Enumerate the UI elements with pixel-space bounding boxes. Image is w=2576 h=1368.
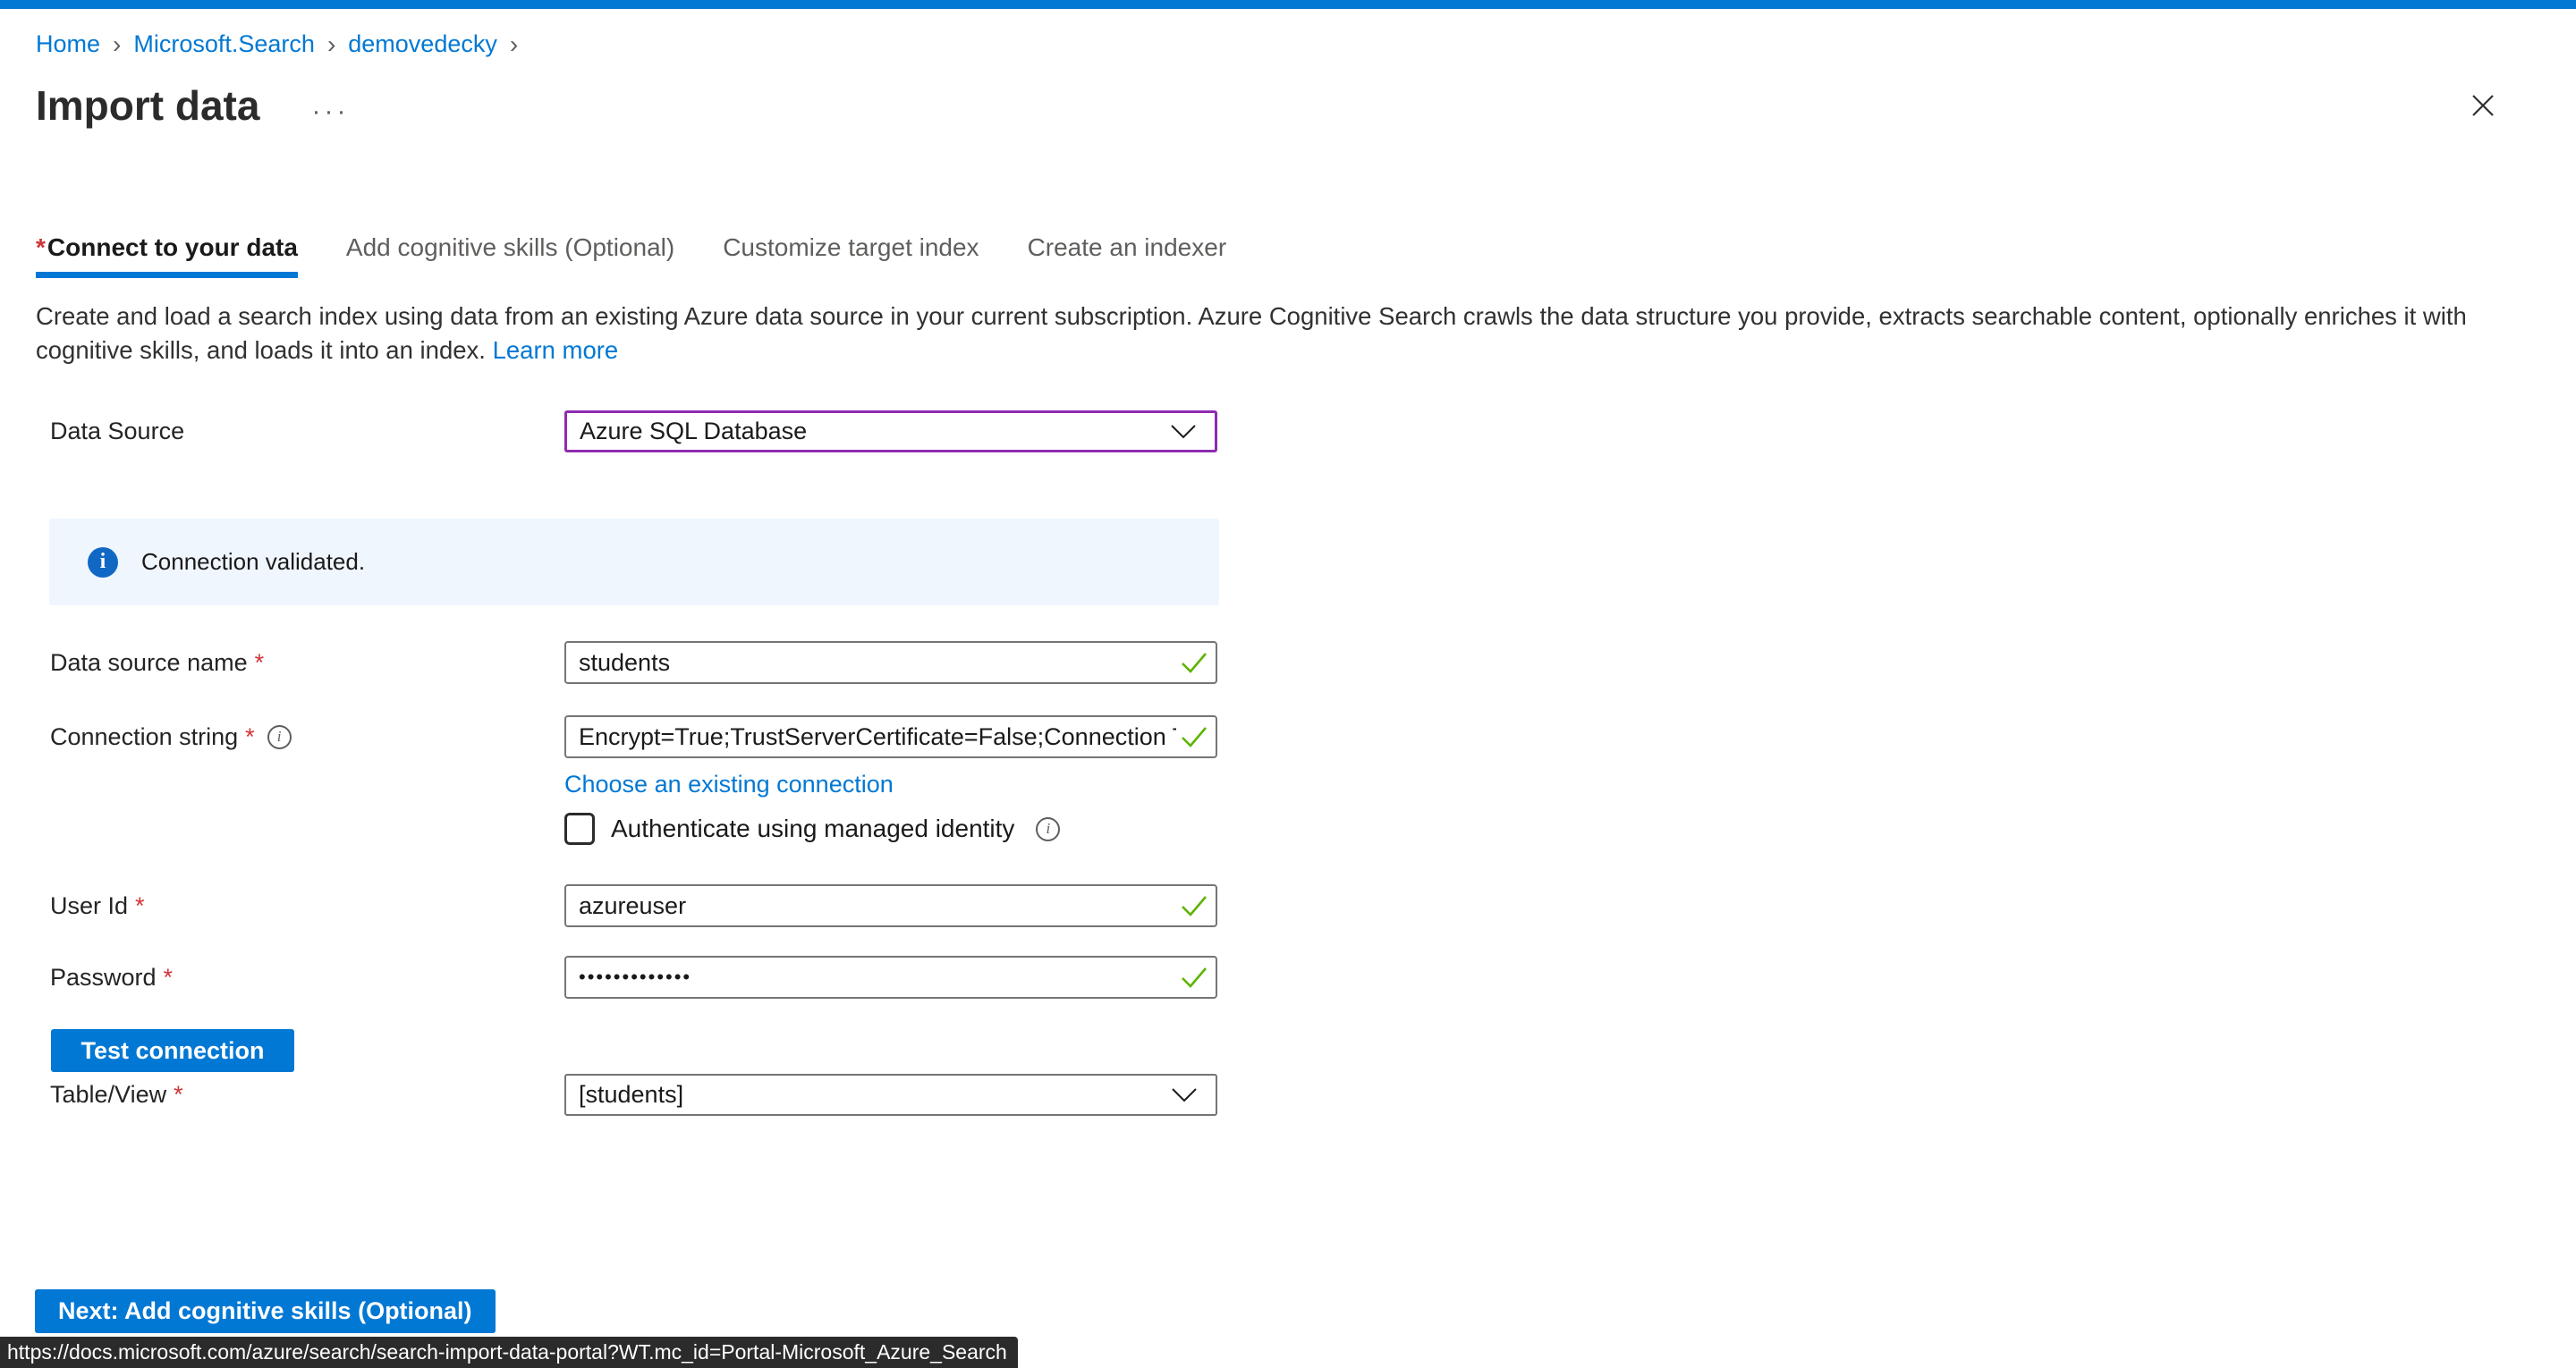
table-view-dropdown[interactable]: [students]: [564, 1074, 1217, 1116]
tab-label: Add cognitive skills (Optional): [346, 233, 674, 261]
connection-string-input[interactable]: [564, 715, 1217, 758]
managed-identity-row: Authenticate using managed identity i: [564, 813, 2540, 845]
label-text: Password: [50, 964, 157, 992]
tab-create-an-indexer[interactable]: Create an indexer: [1028, 233, 1227, 278]
breadcrumb-separator-icon: ›: [113, 32, 121, 57]
info-banner: i Connection validated.: [49, 519, 1219, 605]
password-label: Password *: [50, 964, 564, 992]
label-text: User Id: [50, 892, 128, 920]
required-mark: *: [174, 1081, 183, 1109]
label-text: Table/View: [50, 1081, 166, 1109]
tab-label: Create an indexer: [1028, 233, 1227, 261]
label-text: Data source name: [50, 649, 248, 677]
connection-string-row: Connection string * i: [36, 715, 2540, 758]
data-source-row: Data Source Azure SQL Database: [36, 410, 2540, 452]
data-source-name-label: Data source name *: [50, 649, 564, 677]
breadcrumb-microsoft-search[interactable]: Microsoft.Search: [133, 30, 315, 58]
required-mark: *: [255, 649, 265, 677]
banner-text: Connection validated.: [141, 548, 365, 576]
choose-existing-connection-link[interactable]: Choose an existing connection: [564, 771, 894, 798]
data-source-name-row: Data source name *: [36, 641, 2540, 684]
table-view-row: Table/View * [students]: [36, 1074, 2540, 1116]
valid-check-icon: [1180, 724, 1208, 749]
required-mark: *: [36, 233, 46, 261]
tab-connect-to-your-data[interactable]: *Connect to your data: [36, 233, 298, 278]
tab-label: Customize target index: [723, 233, 979, 261]
connection-helpers: Choose an existing connection Authentica…: [564, 758, 2540, 845]
dropdown-value: Azure SQL Database: [580, 418, 807, 445]
password-row: Password *: [36, 956, 2540, 999]
required-mark: *: [135, 892, 145, 920]
test-connection-button[interactable]: Test connection: [51, 1029, 294, 1072]
valid-check-icon: [1180, 965, 1208, 990]
learn-more-link[interactable]: Learn more: [493, 336, 619, 364]
info-tooltip-icon[interactable]: i: [267, 725, 292, 749]
status-url-bar: https://docs.microsoft.com/azure/search/…: [0, 1337, 1018, 1368]
breadcrumb-demovedecky[interactable]: demovedecky: [348, 30, 497, 58]
breadcrumb-separator-icon: ›: [327, 32, 335, 57]
user-id-label: User Id *: [50, 892, 564, 920]
page-title: Import data: [36, 81, 259, 130]
close-icon[interactable]: [2469, 91, 2497, 120]
breadcrumb: Home › Microsoft.Search › demovedecky ›: [36, 30, 2540, 58]
page-description: Create and load a search index using dat…: [36, 300, 2540, 367]
chevron-down-icon: [1170, 424, 1197, 440]
info-tooltip-icon[interactable]: i: [1036, 817, 1060, 841]
data-source-label: Data Source: [50, 418, 564, 445]
managed-identity-label: Authenticate using managed identity: [611, 815, 1014, 843]
label-text: Data Source: [50, 418, 184, 445]
next-add-cognitive-skills-button[interactable]: Next: Add cognitive skills (Optional): [35, 1289, 496, 1333]
user-id-input[interactable]: [564, 884, 1217, 927]
tab-label: Connect to your data: [47, 233, 298, 261]
valid-check-icon: [1180, 893, 1208, 918]
breadcrumb-home[interactable]: Home: [36, 30, 100, 58]
more-options-icon[interactable]: ···: [311, 97, 349, 127]
info-icon: i: [88, 547, 118, 578]
table-view-label: Table/View *: [50, 1081, 564, 1109]
managed-identity-checkbox[interactable]: [564, 813, 595, 845]
description-text: Create and load a search index using dat…: [36, 302, 2467, 364]
dropdown-value: [students]: [579, 1081, 683, 1109]
breadcrumb-separator-icon: ›: [510, 32, 518, 57]
test-connection-row: Test connection: [36, 1029, 2540, 1072]
data-source-dropdown[interactable]: Azure SQL Database: [564, 410, 1217, 452]
status-url-text: https://docs.microsoft.com/azure/search/…: [7, 1340, 1007, 1364]
top-accent-bar: [0, 0, 2576, 9]
label-text: Connection string: [50, 723, 238, 751]
chevron-down-icon: [1171, 1087, 1198, 1103]
required-mark: *: [245, 723, 255, 751]
valid-check-icon: [1180, 650, 1208, 675]
title-row: Import data ···: [36, 81, 2540, 130]
required-mark: *: [164, 964, 174, 992]
tab-customize-target-index[interactable]: Customize target index: [723, 233, 979, 278]
connection-string-label: Connection string * i: [50, 723, 564, 751]
tab-add-cognitive-skills[interactable]: Add cognitive skills (Optional): [346, 233, 674, 278]
data-source-name-input[interactable]: [564, 641, 1217, 684]
tab-bar: *Connect to your data Add cognitive skil…: [36, 233, 2540, 278]
password-input[interactable]: [564, 956, 1217, 999]
user-id-row: User Id *: [36, 884, 2540, 927]
import-data-page: Home › Microsoft.Search › demovedecky › …: [0, 0, 2576, 1368]
